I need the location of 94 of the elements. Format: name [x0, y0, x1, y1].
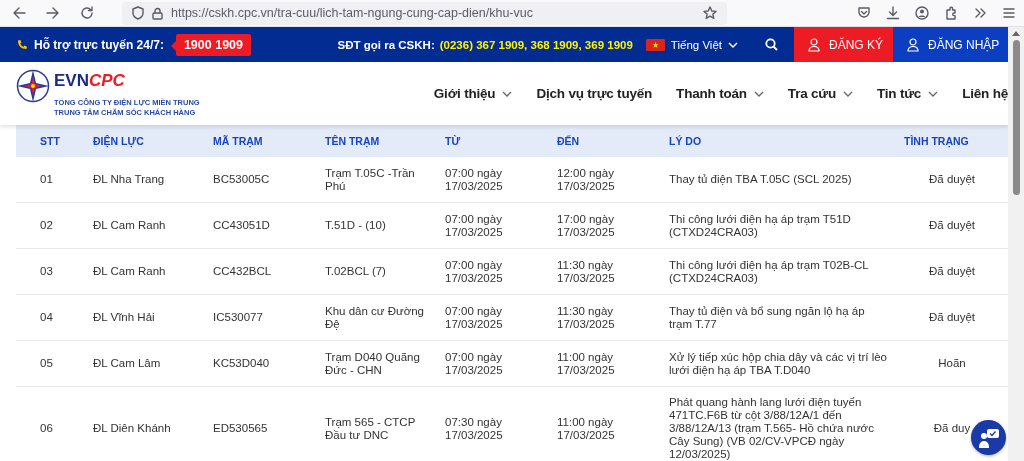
reload-icon[interactable]	[80, 6, 94, 20]
search-icon[interactable]	[765, 38, 778, 51]
table-cell-text: KC53D040	[212, 356, 271, 371]
nav-item[interactable]: Tra cứu	[787, 86, 853, 101]
table-cell-text: CC43051D	[212, 218, 271, 233]
table-cell-text: 11:30 ngày 17/03/2025	[556, 257, 616, 286]
star-icon[interactable]	[703, 6, 717, 20]
table-cell-text: Xử lý tiếp xúc hộp chia dây và các vị trí lèo lưới điện hạ áp TBA T.D040	[668, 349, 888, 378]
table-cell-text: 04	[39, 310, 54, 325]
table-cell-text: 02	[39, 218, 54, 233]
address-bar[interactable]: https://cskh.cpc.vn/tra-cuu/lich-tam-ngung-cung-cap-dien/khu-vuc	[122, 1, 727, 25]
table-cell-text: 07:00 ngày 17/03/2025	[444, 349, 504, 378]
column-header: TỪ	[444, 135, 462, 147]
table-cell-text: T.02BCL (7)	[324, 264, 387, 279]
table-cell-text: Đã duyệt	[929, 172, 975, 187]
table-cell-text: 01	[39, 172, 54, 187]
nav-item[interactable]: Liên hệ	[962, 86, 1008, 101]
cskh-phone-numbers: (0236) 367 1909, 368 1909, 369 1909	[439, 38, 633, 51]
table-cell-text: 07:30 ngày 17/03/2025	[444, 414, 504, 443]
table-cell-text: 07:00 ngày 17/03/2025	[444, 165, 504, 194]
table-cell-text: Trạm T.05C -Trần Phú	[324, 165, 416, 194]
table-cell-text: Đã duyệt	[929, 310, 975, 325]
nav-item[interactable]: Thanh toán	[676, 86, 764, 101]
table-cell-text: 11:00 ngày 17/03/2025	[556, 349, 616, 378]
table-cell-text: Đã duyệt	[929, 218, 975, 233]
column-header: ĐẾN	[556, 135, 581, 147]
shield-icon	[132, 6, 144, 20]
chevrons-icon[interactable]	[973, 6, 987, 20]
column-header: MÃ TRẠM	[212, 135, 264, 147]
phone-icon	[16, 38, 28, 51]
column-header: LÝ DO	[668, 135, 703, 147]
download-icon[interactable]	[886, 6, 900, 20]
table-cell-text: 11:30 ngày 17/03/2025	[556, 303, 616, 332]
column-header: TÊN TRẠM	[324, 135, 381, 147]
table-cell-text: ĐL Cam Ranh	[92, 218, 167, 233]
table-cell-text: Thi công lưới điện hạ áp trạm T02B-CL (CTXD24CRA03)	[668, 257, 870, 286]
cskh-label: SĐT gọi ra CSKH:	[337, 38, 435, 51]
nav-item[interactable]: Tin tức	[877, 86, 939, 101]
table-cell-text: Phát quang hành lang lưới điện tuyến 471TC.F6B từ cột 3/88/12A/1 đến 3/88/12A/13 (trạm T.565- Hồ chứa nước Cây Sung) (VB 02/CV-VPCĐ ngày 12/03/2025)	[668, 395, 875, 461]
table-cell-text: Đã duy	[933, 421, 971, 436]
table-cell-text: Hoãn	[938, 356, 966, 371]
extensions-icon[interactable]	[944, 6, 958, 20]
table-cell-text: Khu dân cư Đường Đệ	[324, 303, 426, 332]
table-cell-text: ĐL Cam Ranh	[92, 264, 167, 279]
url-text: https://cskh.cpc.vn/tra-cuu/lich-tam-ngung-cung-cap-dien/khu-vuc	[171, 6, 534, 20]
table-cell-text: 11:00 ngày 17/03/2025	[556, 414, 616, 443]
table-cell-text: CC432BCL	[212, 264, 273, 279]
table-cell-text: 07:00 ngày 17/03/2025	[444, 257, 504, 286]
back-arrow-icon[interactable]	[12, 6, 26, 20]
chat-button[interactable]	[971, 420, 1006, 455]
forward-arrow-icon[interactable]	[46, 6, 60, 20]
table-cell-text: ED530565	[212, 421, 269, 436]
column-header: TÌNH TRẠNG	[903, 135, 970, 147]
register-button[interactable]: ĐĂNG KÝ	[794, 27, 893, 62]
account-icon[interactable]	[915, 6, 929, 20]
table-cell-text: ĐL Cam Lâm	[92, 356, 162, 371]
table-cell-text: 03	[39, 264, 54, 279]
table-cell-text: Thay tủ điện và bổ sung ngăn lộ hạ áp trạm T.77	[668, 303, 866, 332]
nav-item[interactable]: Giới thiệu	[433, 86, 513, 101]
nav-item[interactable]: Dịch vụ trực tuyến	[536, 86, 653, 101]
table-cell-text: 06	[39, 421, 54, 436]
table-cell-text: ĐL Vĩnh Hải	[92, 310, 156, 325]
table-cell-text: 17:00 ngày 17/03/2025	[556, 211, 616, 240]
user-icon	[907, 37, 919, 52]
user-icon	[808, 37, 820, 52]
language-selector[interactable]: Tiếng Việt	[645, 38, 738, 51]
column-header: STT	[39, 135, 61, 147]
column-header: ĐIỆN LỰC	[92, 135, 145, 147]
table-cell-text: 12:00 ngày 17/03/2025	[556, 165, 616, 194]
table-cell-text: BC53005C	[212, 172, 271, 187]
table-cell-text: 07:00 ngày 17/03/2025	[444, 211, 504, 240]
pocket-icon[interactable]	[857, 6, 871, 20]
table-cell-text: Trạm D040 Quãng Đức - CHN	[324, 349, 421, 378]
table-cell-text: Thi công lưới điện hạ áp trạm T51D (CTXD24CRA03)	[668, 211, 852, 240]
support-label: Hỗ trợ trực tuyến 24/7:	[34, 37, 164, 52]
logo-icon	[16, 69, 50, 103]
table-cell-text: ĐL Diên Khánh	[92, 421, 172, 436]
logo-text: CPC	[88, 71, 125, 91]
chevron-down-icon	[728, 41, 738, 48]
login-button[interactable]: ĐĂNG NHẬP	[893, 27, 1008, 62]
table-cell-text: Đã duyệt	[929, 264, 975, 279]
lock-icon	[152, 6, 163, 20]
menu-icon[interactable]	[1002, 6, 1016, 20]
scroll-up-icon[interactable]	[1012, 31, 1020, 36]
table-cell-text: IC530077	[212, 310, 264, 325]
table-cell-text: 05	[39, 356, 54, 371]
table-cell-text: Thay tủ điện TBA T.05C (SCL 2025)	[668, 172, 853, 187]
table-cell-text: Trạm 565 - CTCP Đầu tư DNC	[324, 414, 417, 443]
logo-text: EVN	[54, 71, 89, 91]
table-cell-text: 07:00 ngày 17/03/2025	[444, 303, 504, 332]
table-cell-text: ĐL Nha Trang	[92, 172, 166, 187]
table-cell-text: T.51D - (10)	[324, 218, 387, 233]
flag-icon	[645, 38, 665, 51]
chat-support-icon	[977, 426, 1000, 449]
